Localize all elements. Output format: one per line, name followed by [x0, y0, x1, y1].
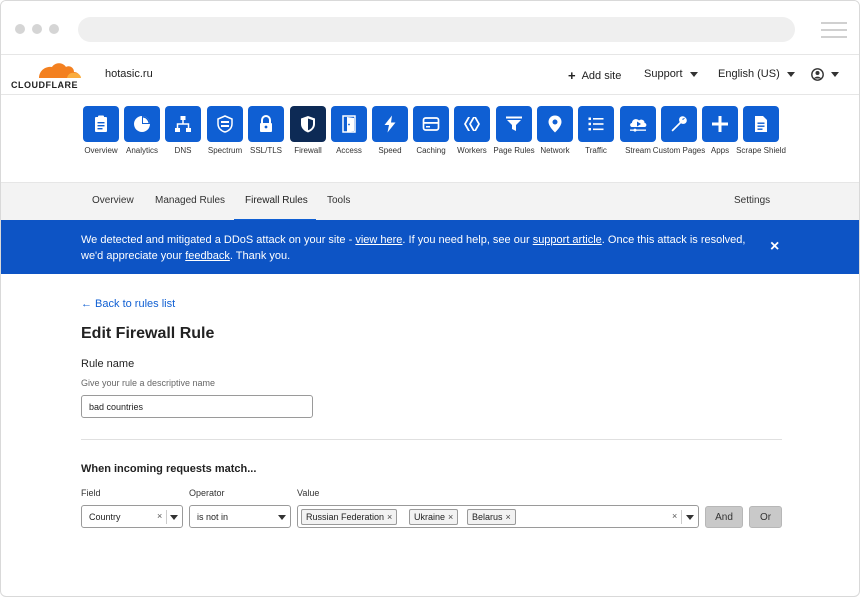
workers-icon [464, 117, 480, 131]
field-select-value: Country [89, 512, 121, 522]
tag-label: Ukraine [414, 512, 446, 522]
operator-select[interactable]: is not in [189, 505, 291, 528]
brand-wordmark: CLOUDFLARE [11, 80, 78, 90]
tag-label: Russian Federation [306, 512, 385, 522]
caret-down-icon [689, 71, 698, 77]
window-dot [15, 24, 25, 34]
window-dot [49, 24, 59, 34]
tab-overview[interactable]: Overview [92, 195, 134, 206]
ddos-alert-banner: We detected and mitigated a DDoS attack … [1, 220, 859, 274]
divider [81, 439, 782, 440]
tag-label: Belarus [472, 512, 503, 522]
firewall-shield-icon [301, 116, 315, 133]
support-article-link[interactable]: support article [533, 234, 602, 246]
product-nav: Overview Analytics DNS Spectrum SSL/TLS … [1, 96, 859, 182]
user-avatar-icon [811, 68, 824, 81]
or-button[interactable]: Or [749, 506, 782, 528]
select-separator [681, 510, 682, 524]
tab-managed-rules[interactable]: Managed Rules [155, 195, 225, 206]
banner-text: . Thank you. [229, 250, 291, 262]
rule-name-hint: Give your rule a descriptive name [81, 378, 216, 388]
field-select[interactable]: Country × [81, 505, 183, 528]
plus-icon [712, 116, 728, 132]
remove-tag-icon[interactable]: × [448, 512, 453, 522]
select-separator [166, 510, 167, 524]
language-dropdown[interactable]: English (US) [718, 68, 795, 80]
close-icon[interactable]: × [770, 239, 779, 255]
field-label: Field [81, 488, 101, 498]
firewall-subtabs: Overview Managed Rules Firewall Rules To… [1, 182, 859, 221]
clear-icon[interactable]: × [157, 511, 162, 521]
value-tag: Russian Federation × [301, 509, 398, 525]
operator-label: Operator [189, 488, 225, 498]
browser-chrome [1, 1, 859, 55]
list-icon [588, 117, 604, 131]
value-tag: Ukraine × [409, 509, 459, 525]
remove-tag-icon[interactable]: × [506, 512, 511, 522]
user-menu[interactable] [811, 68, 839, 81]
browser-window: CLOUDFLARE hotasic.ru + Add site Support… [0, 0, 860, 597]
banner-text: . If you need help, see our [402, 234, 533, 246]
clipboard-icon [95, 115, 107, 132]
cloud-play-icon [630, 119, 647, 132]
support-dropdown[interactable]: Support [644, 68, 698, 80]
caret-down-icon [786, 71, 795, 77]
lightning-icon [384, 115, 396, 133]
add-site-label: Add site [581, 69, 622, 82]
cloud-logo-icon [39, 63, 81, 78]
remove-tag-icon[interactable]: × [387, 512, 392, 522]
feedback-link[interactable]: feedback [185, 250, 230, 262]
match-section-title: When incoming requests match... [81, 463, 257, 475]
back-to-rules-link[interactable]: ← Back to rules list [81, 298, 175, 310]
caret-down-icon [278, 515, 286, 520]
plus-icon: + [568, 68, 576, 83]
rule-name-label: Rule name [81, 358, 135, 370]
page-title: Edit Firewall Rule [81, 325, 215, 342]
network-tree-icon [175, 116, 191, 132]
top-header: CLOUDFLARE hotasic.ru + Add site Support… [1, 55, 859, 95]
clear-icon[interactable]: × [672, 511, 677, 521]
domain-name: hotasic.ru [105, 68, 153, 80]
caret-down-icon [831, 72, 839, 77]
wrench-icon [671, 116, 687, 132]
support-label: Support [644, 68, 683, 80]
language-label: English (US) [718, 68, 780, 80]
tab-firewall-rules[interactable]: Firewall Rules [245, 195, 308, 206]
nav-label: Scrape Shield [736, 146, 786, 155]
pie-chart-icon [134, 116, 150, 132]
operator-select-value: is not in [197, 512, 229, 522]
location-pin-icon [548, 115, 562, 133]
cloudflare-logo[interactable]: CLOUDFLARE [11, 61, 85, 91]
address-bar[interactable] [78, 17, 795, 42]
value-tag: Belarus × [467, 509, 516, 525]
add-site-button[interactable]: + Add site [568, 68, 621, 83]
nav-scrape-shield[interactable]: Scrape Shield [731, 106, 791, 156]
caret-down-icon [170, 515, 178, 520]
and-button[interactable]: And [705, 506, 743, 528]
document-icon [755, 116, 767, 132]
window-dot [32, 24, 42, 34]
server-card-icon [422, 117, 440, 131]
rule-name-input[interactable] [81, 395, 313, 418]
caret-down-icon [686, 515, 694, 520]
door-icon [342, 115, 356, 133]
banner-message: We detected and mitigated a DDoS attack … [81, 232, 761, 264]
view-here-link[interactable]: view here [355, 234, 402, 246]
value-label: Value [297, 488, 320, 498]
lock-icon [260, 115, 272, 132]
tab-settings[interactable]: Settings [734, 195, 770, 206]
banner-text: We detected and mitigated a DDoS attack … [81, 234, 356, 246]
browser-menu-icon[interactable] [821, 22, 847, 43]
shield-server-icon [217, 115, 233, 133]
filter-icon [506, 116, 522, 131]
tab-tools[interactable]: Tools [327, 195, 350, 206]
value-multiselect[interactable]: Russian Federation × Ukraine × Belarus ×… [297, 505, 699, 528]
